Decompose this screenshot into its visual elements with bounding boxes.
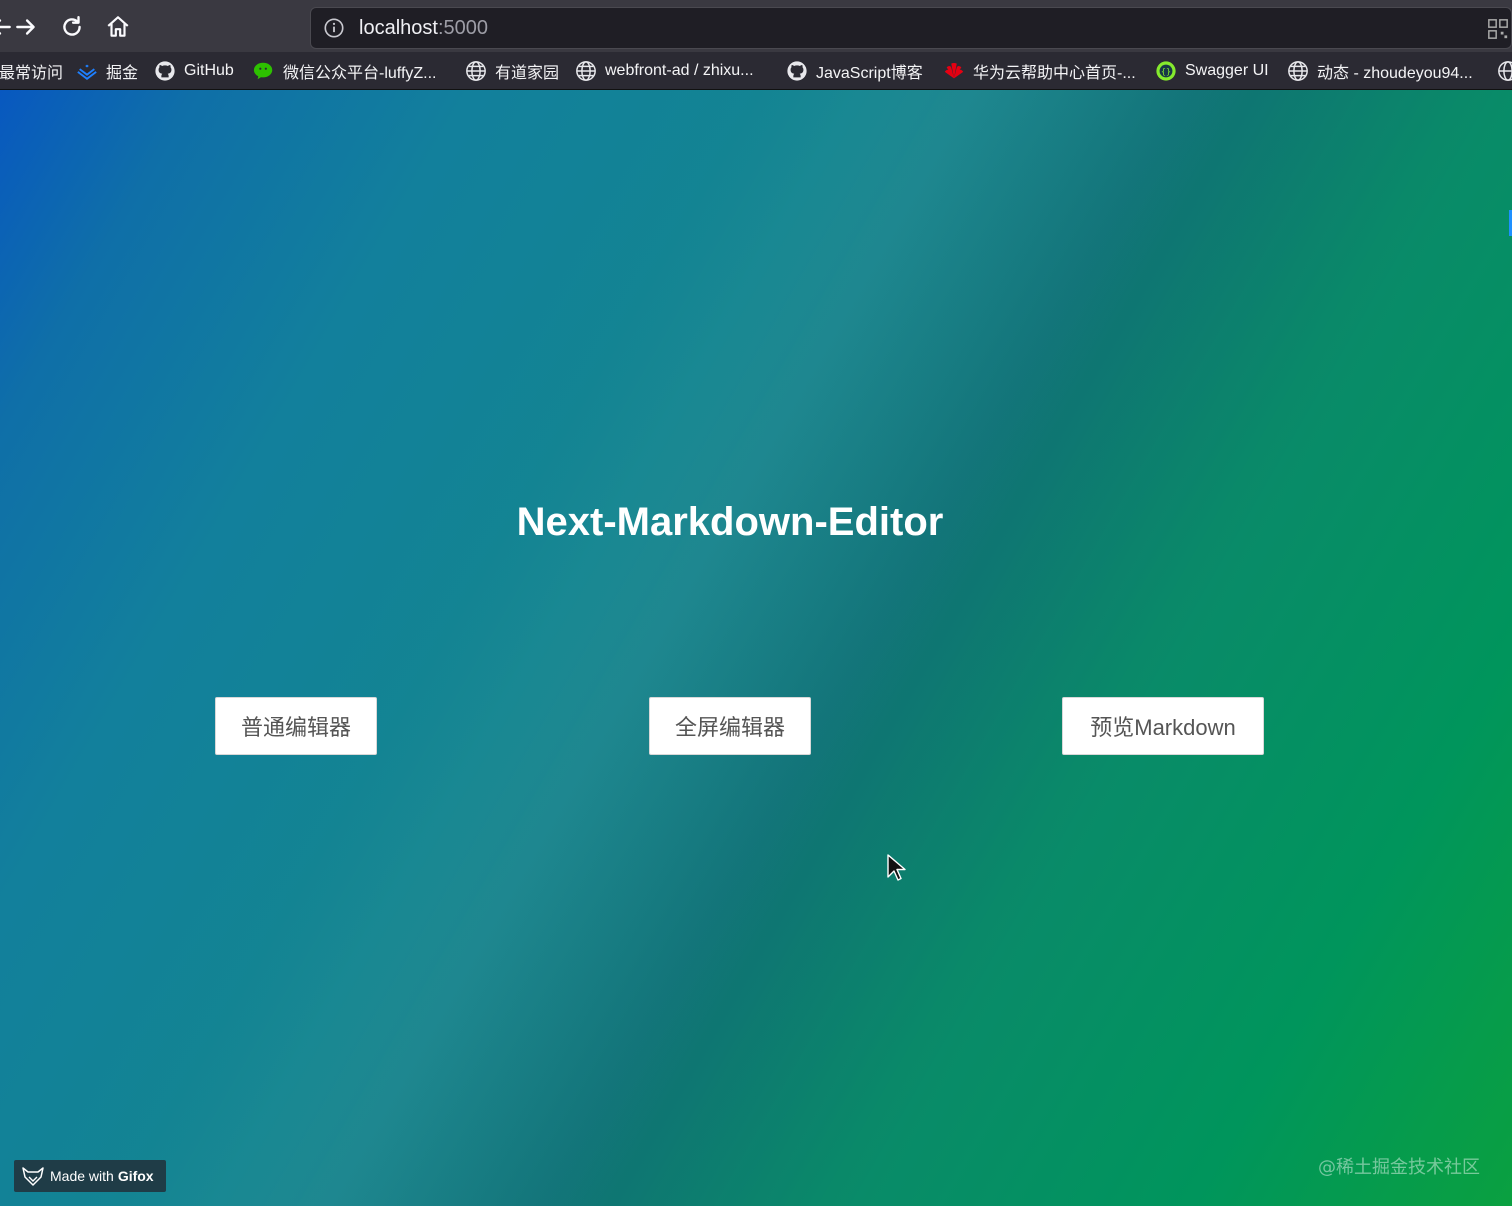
gifox-brand: Gifox: [117, 1168, 154, 1184]
bookmark-javascript-blog[interactable]: JavaScript博客: [786, 52, 923, 89]
globe-icon: [1497, 60, 1512, 82]
normal-editor-button[interactable]: 普通编辑器: [215, 697, 377, 755]
page-title: Next-Markdown-Editor: [516, 500, 944, 544]
gifox-prefix: Made with: [50, 1168, 114, 1184]
bookmark-label: 动态 - zhoudeyou94...: [1317, 65, 1473, 82]
bookmark-label: 华为云帮助中心首页-...: [973, 65, 1136, 82]
qr-code-icon[interactable]: [1487, 18, 1509, 40]
bookmark-label: 微信公众平台-luffyZ...: [283, 65, 437, 82]
browser-toolbar: localhost:5000: [0, 0, 1512, 52]
bookmark-label: JavaScript博客: [816, 65, 923, 82]
url-port: :5000: [437, 17, 488, 39]
bookmark-github[interactable]: GitHub: [154, 52, 234, 89]
bookmark-dongtai[interactable]: 动态 - zhoudeyou94...: [1287, 52, 1473, 89]
bookmark-label: GitHub: [184, 62, 234, 79]
url-host: localhost: [359, 17, 438, 39]
wechat-icon: [253, 60, 275, 82]
reload-button[interactable]: [57, 12, 87, 42]
bookmark-label: webfront-ad / zhixu...: [605, 62, 754, 79]
url-text[interactable]: localhost:5000: [359, 17, 488, 40]
gifox-badge[interactable]: Made with Gifox: [14, 1160, 166, 1192]
bookmarks-bar: 最常访问 掘金 GitHub 微信公众平台-luffyZ... 有道家园 web…: [0, 52, 1512, 90]
bookmark-label: 掘金: [106, 65, 139, 82]
home-icon: [107, 16, 129, 37]
home-button[interactable]: [103, 12, 133, 42]
bookmark-most-visited[interactable]: 最常访问: [0, 52, 64, 89]
bookmark-overflow[interactable]: [1497, 52, 1512, 89]
globe-icon: [1287, 60, 1309, 82]
address-bar[interactable]: localhost:5000: [310, 7, 1512, 49]
svg-text:{}: {}: [1161, 66, 1171, 76]
watermark: @稀土掘金技术社区: [1318, 1157, 1480, 1178]
github-icon: [786, 60, 808, 82]
bookmark-swagger[interactable]: {} Swagger UI: [1155, 52, 1269, 89]
forward-button[interactable]: [11, 12, 41, 42]
reload-icon: [63, 16, 81, 36]
github-icon: [154, 60, 176, 82]
bookmark-label: 有道家园: [495, 65, 560, 82]
globe-icon: [575, 60, 597, 82]
bookmark-youdao[interactable]: 有道家园: [465, 52, 560, 89]
fullscreen-editor-button[interactable]: 全屏编辑器: [649, 697, 811, 755]
page-content: Next-Markdown-Editor 普通编辑器 全屏编辑器 预览Markd…: [0, 90, 1512, 1206]
bookmark-juejin[interactable]: 掘金: [76, 52, 139, 89]
swagger-icon: {}: [1155, 60, 1177, 82]
fox-icon: [22, 1167, 44, 1186]
bookmark-label: 最常访问: [0, 65, 64, 82]
mouse-cursor-icon: [887, 854, 906, 881]
preview-markdown-button[interactable]: 预览Markdown: [1062, 697, 1264, 755]
bookmark-webfront[interactable]: webfront-ad / zhixu...: [575, 52, 754, 89]
huawei-icon: [943, 60, 965, 82]
bookmark-wechat[interactable]: 微信公众平台-luffyZ...: [253, 52, 437, 89]
info-icon[interactable]: [323, 17, 345, 39]
bookmark-label: Swagger UI: [1185, 62, 1269, 79]
juejin-icon: [76, 60, 98, 82]
bookmark-huawei-cloud[interactable]: 华为云帮助中心首页-...: [943, 52, 1136, 89]
globe-icon: [465, 60, 487, 82]
arrow-right-icon: [16, 19, 35, 35]
